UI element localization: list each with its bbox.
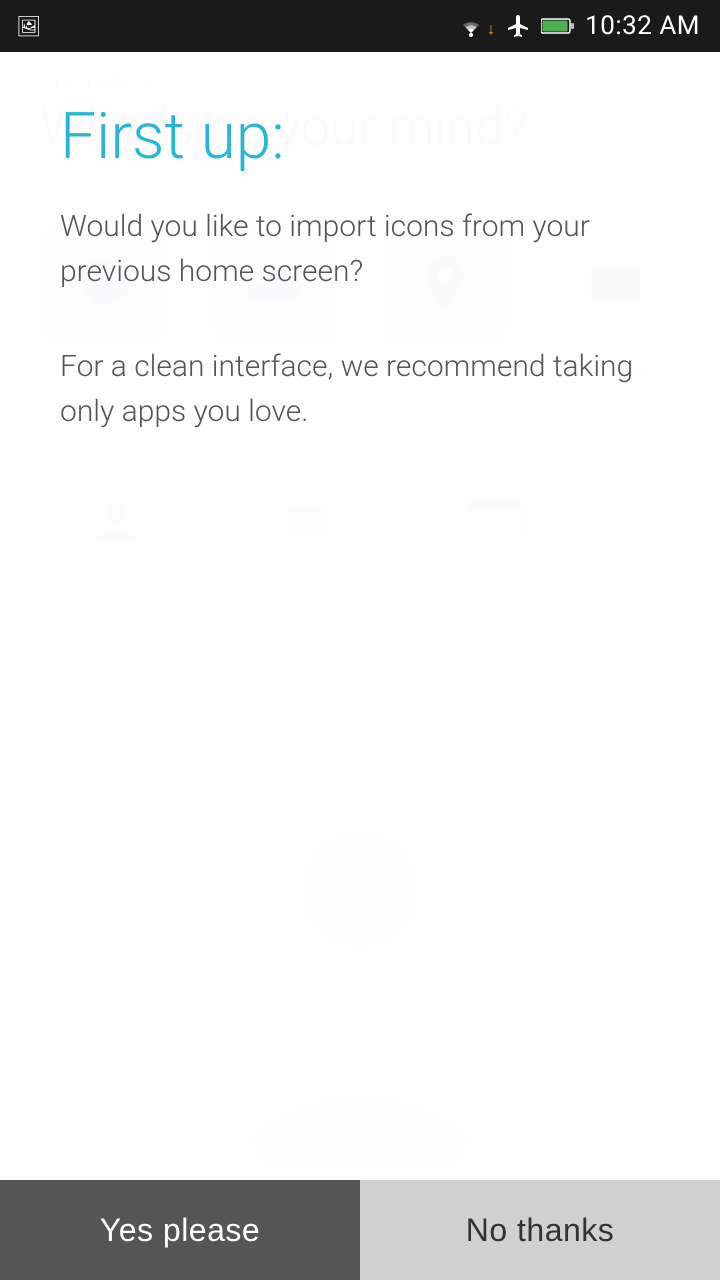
download-icon: ↓ — [487, 19, 495, 39]
dialog-title: First up: — [60, 102, 660, 172]
status-bar: 🖼 ↓ 10:32 AM — [0, 0, 720, 52]
wifi-icon — [457, 15, 485, 37]
no-thanks-button[interactable]: No thanks — [360, 1180, 720, 1280]
notification-icon: 🖼 — [16, 14, 41, 38]
bg-bottom-decoration — [0, 780, 720, 1180]
dialog-recommendation: For a clean interface, we recommend taki… — [60, 344, 660, 434]
dialog-content: First up: Would you like to import icons… — [0, 52, 720, 434]
yes-please-button[interactable]: Yes please — [0, 1180, 360, 1280]
dialog-body: Would you like to import icons from your… — [60, 204, 660, 294]
airplane-icon — [505, 13, 531, 39]
status-time: 10:32 AM — [585, 11, 700, 41]
buttons-container: Yes please No thanks — [0, 1180, 720, 1280]
battery-icon — [541, 17, 575, 35]
